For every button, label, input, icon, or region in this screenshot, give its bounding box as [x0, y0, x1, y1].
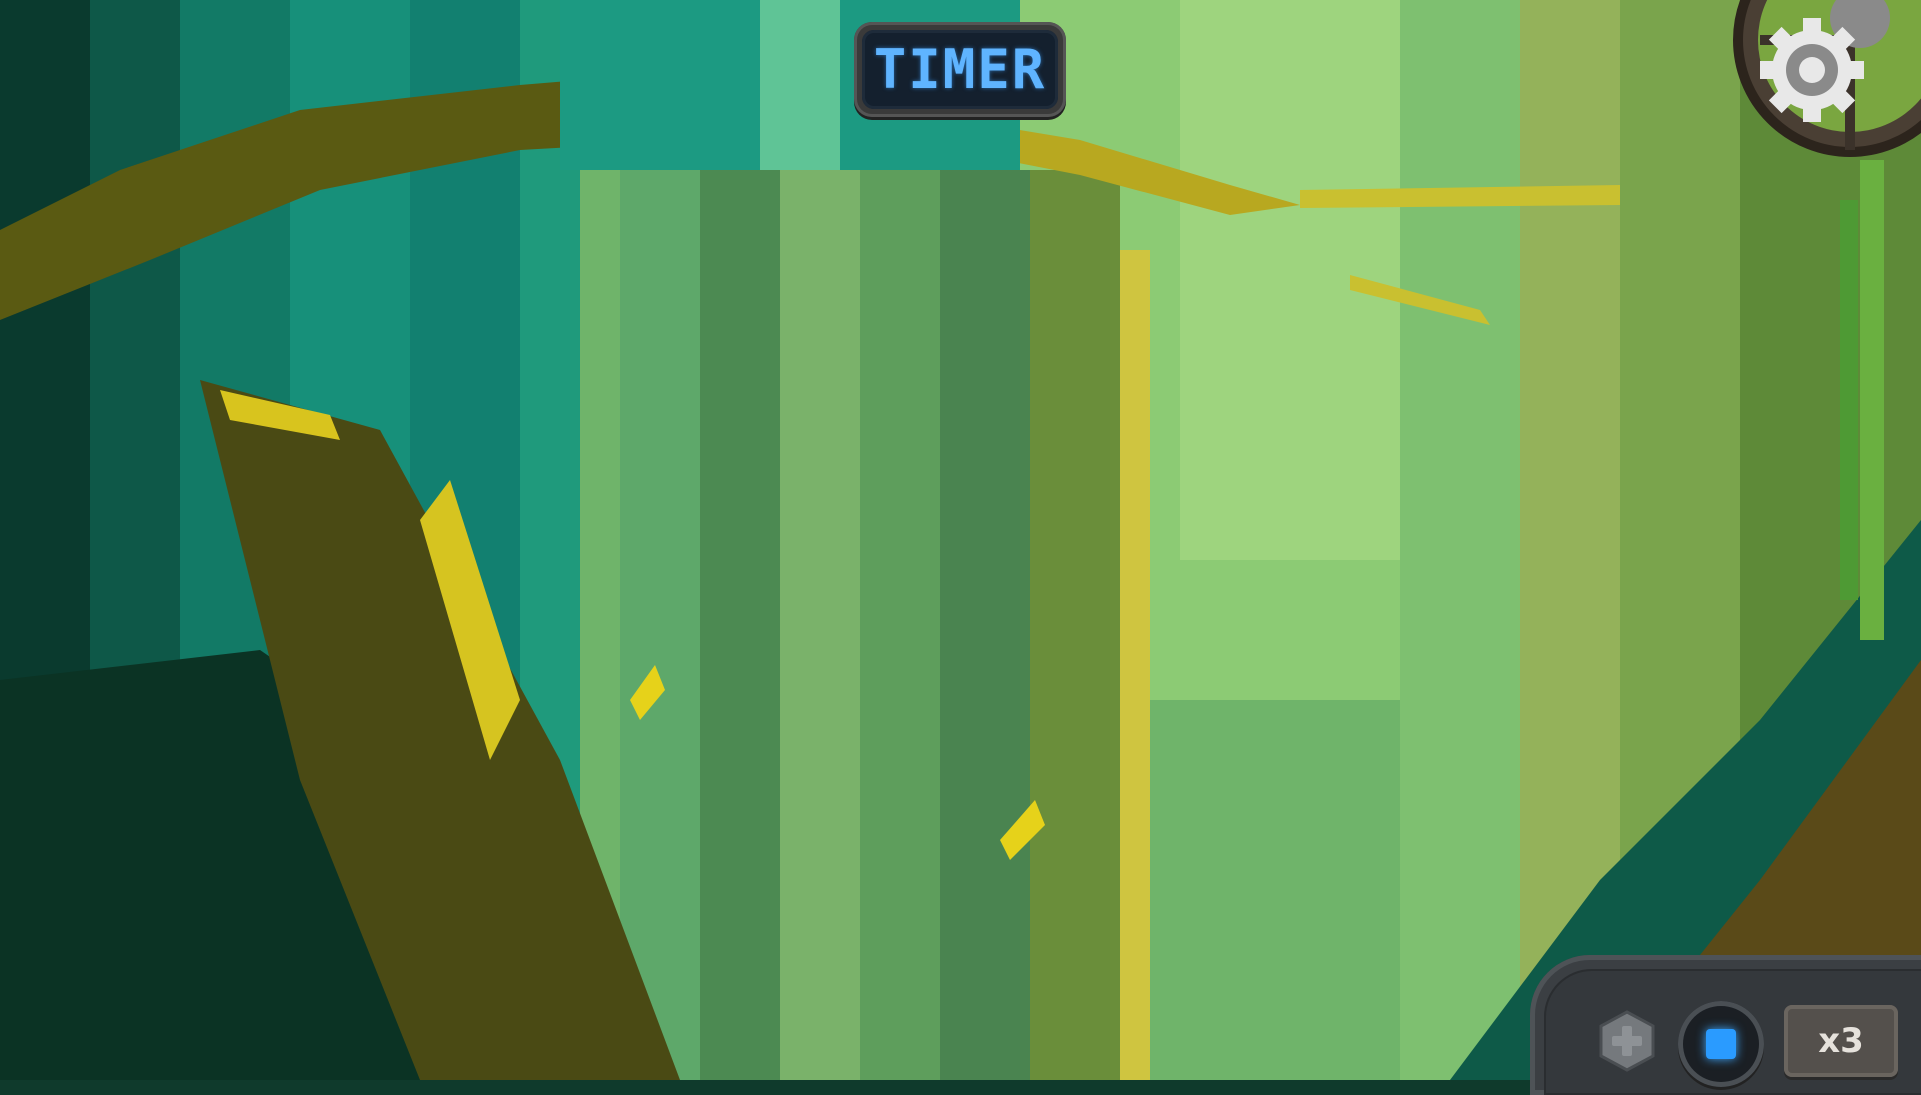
multiplier-label: x3	[1818, 1021, 1864, 1061]
timer-screen: TIMER	[862, 30, 1058, 109]
forest-background	[0, 0, 1921, 1080]
gear-icon	[1733, 0, 1921, 157]
timer-display: TIMER	[854, 22, 1066, 117]
hex-bolt-icon	[1596, 1010, 1658, 1072]
control-panel: x3	[1530, 955, 1921, 1095]
stop-button[interactable]	[1678, 1001, 1764, 1087]
multiplier-badge: x3	[1784, 1005, 1898, 1077]
stop-icon	[1706, 1029, 1736, 1059]
timer-label: TIMER	[873, 37, 1047, 101]
settings-button[interactable]	[1720, 0, 1921, 180]
control-panel-frame: x3	[1544, 969, 1921, 1095]
